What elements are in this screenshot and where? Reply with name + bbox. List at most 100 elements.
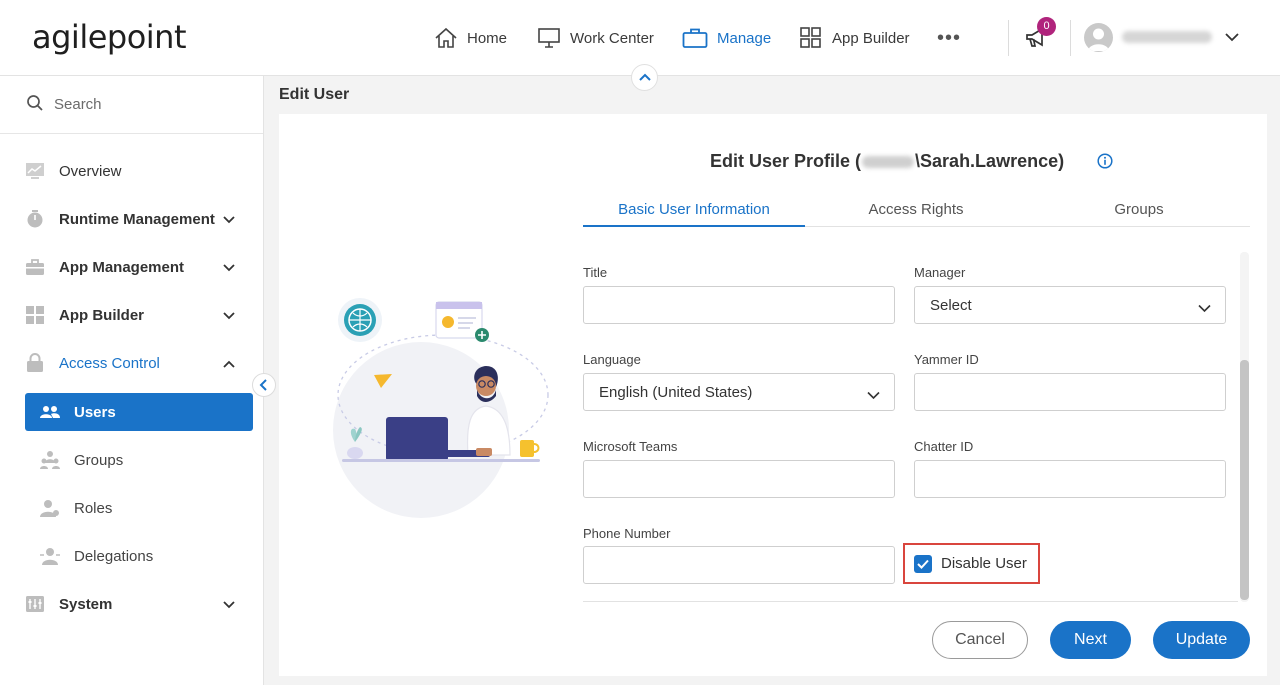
sidebar-item-label: Groups [74,451,124,469]
notification-badge: 0 [1037,17,1056,36]
title-field[interactable] [583,286,895,324]
chevron-down-icon [222,308,236,325]
chevron-left-icon [259,379,267,391]
microsoft-teams-label: Microsoft Teams [583,439,678,454]
nav-manage-label: Manage [717,29,772,47]
toolbox-icon [24,257,46,277]
chevron-up-icon [638,73,651,81]
user-profile-illustration [318,290,558,525]
sliders-icon [24,594,46,614]
sidebar-item-label: Users [74,403,116,421]
sidebar-item-label: App Management [59,258,185,276]
phone-number-label: Phone Number [583,526,671,541]
sidebar-item-roles[interactable]: Roles [25,489,253,527]
nav-divider [1008,20,1009,56]
sidebar-item-system[interactable]: System [0,585,263,623]
form-scrollbar-thumb[interactable] [1240,360,1249,600]
chevron-down-icon[interactable] [1224,30,1240,49]
chevron-down-icon [1198,300,1211,317]
sidebar-item-label: System [59,595,113,613]
sidebar-item-app-management[interactable]: App Management [0,248,263,286]
language-select-value: English (United States) [599,383,753,401]
delegation-icon [39,546,61,566]
form-divider [583,601,1238,602]
sidebar-item-runtime-management[interactable]: Runtime Management [0,200,263,238]
avatar[interactable] [1084,23,1113,52]
disable-user-checkbox[interactable]: Disable User [903,543,1040,584]
sidebar-item-label: Overview [59,162,122,180]
sidebar-item-label: Delegations [74,547,154,565]
chevron-down-icon [222,597,236,614]
chatter-id-field[interactable] [914,460,1226,498]
sidebar-item-label: Runtime Management [59,210,215,228]
more-menu-icon[interactable]: ••• [937,28,961,48]
group-icon [39,450,61,470]
users-icon [39,405,61,419]
nav-work-center[interactable]: Work Center [537,24,654,52]
nav-manage[interactable]: Manage [682,24,771,52]
lock-icon [24,353,46,373]
microsoft-teams-field[interactable] [583,460,895,498]
next-button[interactable]: Next [1050,621,1131,659]
checkbox-checked-icon[interactable] [914,554,932,573]
disable-user-label: Disable User [941,555,1027,572]
nav-divider [1070,20,1071,56]
sidebar-item-overview[interactable]: Overview [0,152,263,190]
agilepoint-logo[interactable]: agilepoint [32,18,187,56]
briefcase-icon [682,27,708,49]
tab-groups[interactable]: Groups [1028,196,1250,227]
sidebar-item-users[interactable]: Users [25,393,253,431]
nav-work-center-label: Work Center [570,29,654,47]
title-label: Title [583,265,608,280]
manager-select[interactable]: Select [914,286,1226,324]
update-button[interactable]: Update [1153,621,1250,659]
sidebar-collapse-button[interactable] [252,373,276,397]
home-icon [434,27,458,49]
profile-title-prefix: Edit User Profile ( [710,151,862,171]
tab-access-rights[interactable]: Access Rights [805,196,1027,227]
nav-home[interactable]: Home [434,24,507,52]
search-icon [26,94,44,116]
sidebar-item-label: App Builder [59,306,144,324]
profile-title: Edit User Profile ( \Sarah.Lawrence) [710,151,1064,172]
profile-title-suffix: \Sarah.Lawrence) [915,151,1065,171]
domain-blurred [862,155,915,168]
info-icon[interactable] [1097,153,1113,174]
language-label: Language [583,352,641,367]
yammer-id-field[interactable] [914,373,1226,411]
sidebar: Search Overview Runtime Management App M… [0,76,264,685]
profile-tabs: Basic User Information Access Rights Gro… [583,196,1250,227]
chevron-down-icon [222,260,236,277]
megaphone-icon [1024,27,1050,54]
page-title: Edit User [279,86,350,103]
tab-basic-user-information[interactable]: Basic User Information [583,196,805,227]
chevron-up-icon [222,356,236,373]
grid-icon [24,305,46,325]
sidebar-item-groups[interactable]: Groups [25,441,253,479]
sidebar-item-delegations[interactable]: Delegations [25,537,253,575]
manager-select-value: Select [930,296,972,314]
yammer-id-label: Yammer ID [914,352,979,367]
chevron-down-icon [222,212,236,229]
sidebar-item-label: Access Control [59,354,160,372]
nav-home-label: Home [467,29,508,47]
username-blurred[interactable] [1122,31,1212,43]
nav-app-builder[interactable]: App Builder [799,24,910,52]
phone-number-field[interactable] [583,546,895,584]
chart-icon [24,161,46,181]
chevron-down-icon [867,387,880,404]
grid-icon [799,27,823,49]
cancel-button[interactable]: Cancel [932,621,1028,659]
manager-label: Manager [914,265,966,280]
role-icon [39,498,61,518]
search-input[interactable]: Search [0,76,263,134]
sidebar-item-access-control[interactable]: Access Control [0,344,263,382]
search-placeholder: Search [54,96,102,113]
monitor-icon [537,27,561,49]
collapse-header-button[interactable] [631,64,658,91]
chatter-id-label: Chatter ID [914,439,974,454]
stopwatch-icon [24,209,46,229]
sidebar-item-app-builder[interactable]: App Builder [0,296,263,334]
sidebar-item-label: Roles [74,499,113,517]
language-select[interactable]: English (United States) [583,373,895,411]
